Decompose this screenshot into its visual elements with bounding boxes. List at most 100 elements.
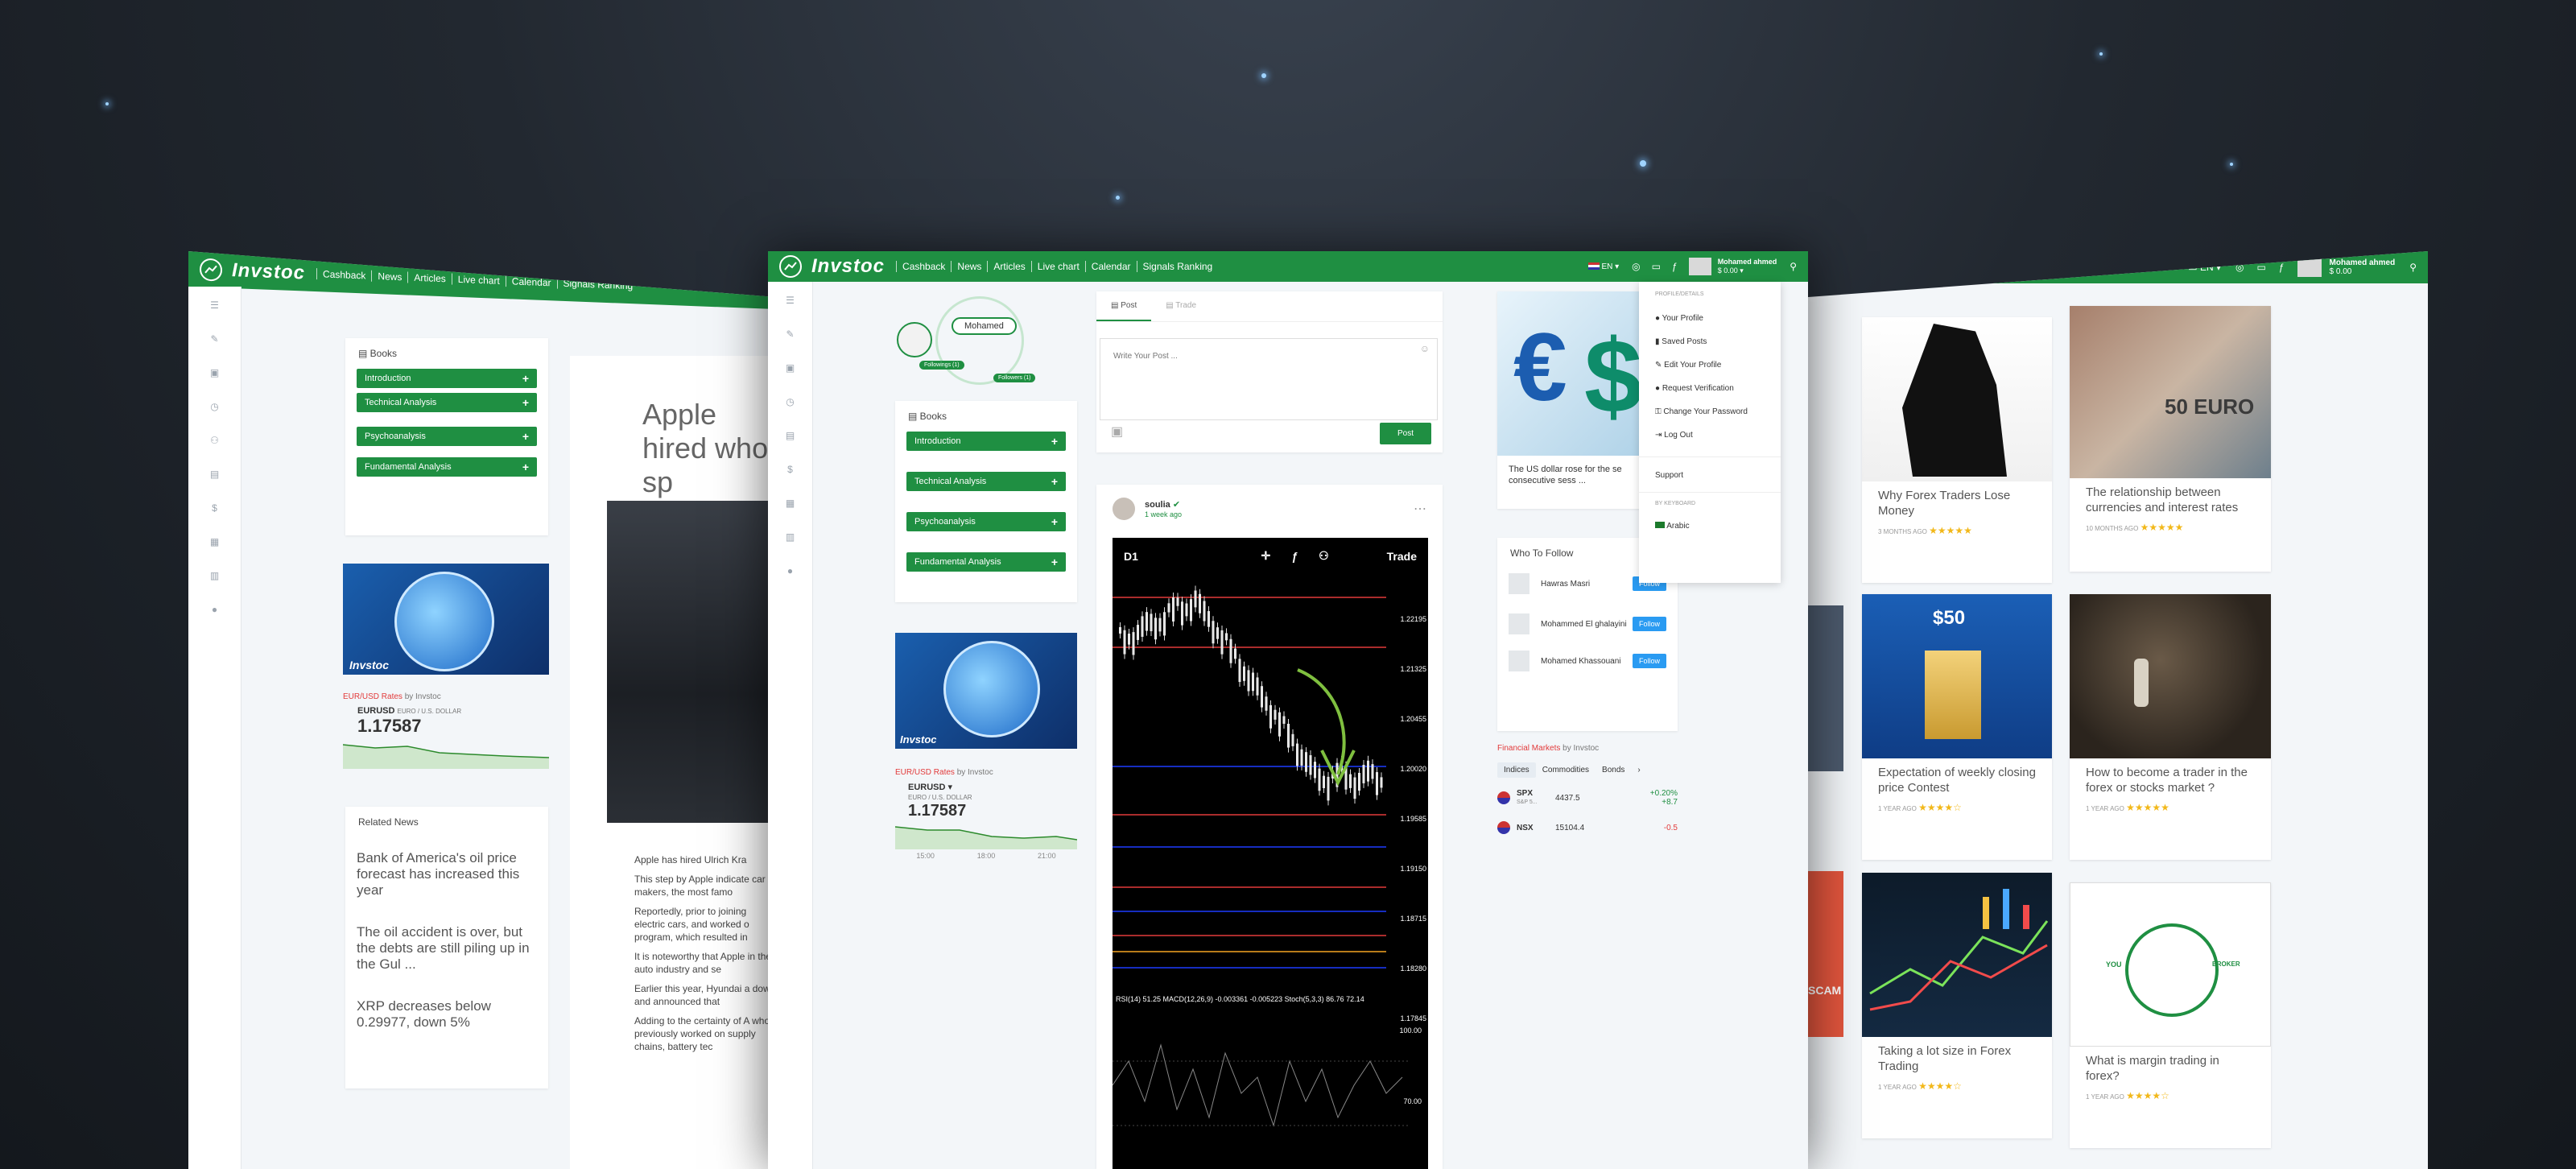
trading-chart[interactable]: D1 ✛ ƒ ⚇ Trade 1.22195 1.21325 1.20455 1.20…: [1113, 538, 1428, 1169]
tab-trade[interactable]: ▤ Trade: [1151, 291, 1211, 321]
suggestion-avatar[interactable]: [1509, 613, 1530, 634]
avatar[interactable]: [2297, 258, 2322, 277]
nav-calendar[interactable]: Calendar: [505, 275, 557, 289]
logo-icon[interactable]: [779, 255, 802, 278]
briefcase-icon[interactable]: ▣: [784, 362, 797, 375]
nav-calendar[interactable]: Calendar: [1084, 261, 1137, 272]
emoji-icon[interactable]: ☺: [1420, 343, 1430, 354]
nav-live-chart[interactable]: Live chart: [1030, 261, 1085, 272]
post-submit-button[interactable]: Post: [1379, 423, 1431, 444]
promo-banner-image[interactable]: Invstoc: [895, 633, 1077, 749]
nav-live-chart[interactable]: Live chart: [451, 273, 506, 287]
nav-articles[interactable]: Articles: [987, 261, 1030, 272]
book-fundamental-analysis-button[interactable]: Fundamental Analysis +: [357, 457, 537, 477]
user-icon[interactable]: ●: [784, 565, 797, 578]
language-selector[interactable]: ▭ EN ▾: [2188, 262, 2221, 273]
post-author-avatar[interactable]: [1113, 498, 1135, 520]
menu-icon[interactable]: ☰: [208, 299, 221, 312]
function-icon[interactable]: ƒ: [2279, 262, 2285, 273]
brand-logo[interactable]: Invstoc: [811, 255, 885, 278]
coin-icon[interactable]: ◎: [2235, 262, 2244, 273]
nav-signals-ranking[interactable]: Signals Ranking: [556, 277, 639, 292]
image-upload-icon[interactable]: ▣: [1111, 423, 1123, 440]
article-card[interactable]: YOU BROKER What is margin trading in fore…: [2070, 882, 2271, 1148]
nav-news[interactable]: News: [371, 270, 408, 283]
books-icon[interactable]: ▥: [208, 570, 221, 583]
nav-cashback[interactable]: Cashback: [896, 261, 951, 272]
tab-indices[interactable]: Indices: [1497, 762, 1536, 778]
menu-icon[interactable]: ☰: [784, 295, 797, 308]
post-input[interactable]: [1100, 338, 1438, 420]
nav-cashback[interactable]: Cashback: [316, 268, 372, 282]
pen-icon[interactable]: ✎: [784, 328, 797, 341]
nav-news[interactable]: News: [951, 261, 987, 272]
market-row[interactable]: NSX 15104.4 -0.5: [1497, 821, 1678, 834]
language-selector[interactable]: EN ▾: [1587, 262, 1619, 271]
clock-icon[interactable]: ◷: [208, 401, 221, 414]
chart-trade-button[interactable]: Trade: [1387, 550, 1417, 563]
tab-bonds[interactable]: Bonds: [1596, 762, 1631, 778]
book-psychoanalysis-button[interactable]: Psychoanalysis +: [906, 512, 1066, 531]
coin-icon[interactable]: ◎: [1632, 261, 1640, 272]
clock-icon[interactable]: ◷: [784, 396, 797, 409]
book-technical-analysis-button[interactable]: Technical Analysis +: [357, 393, 537, 412]
pen-icon[interactable]: ✎: [208, 333, 221, 346]
menu-request-verification[interactable]: ● Request Verification: [1639, 377, 1781, 400]
chat-icon[interactable]: ▭: [2256, 262, 2265, 273]
book-introduction-button[interactable]: Introduction +: [906, 432, 1066, 451]
books-icon[interactable]: ▥: [784, 531, 797, 544]
post-author[interactable]: soulia: [1145, 500, 1170, 510]
profile-name[interactable]: Mohamed: [952, 317, 1017, 335]
user-name[interactable]: Mohamed ahmed: [1718, 258, 1777, 266]
follow-button[interactable]: Follow: [1632, 654, 1666, 668]
menu-saved-posts[interactable]: ▮ Saved Posts: [1639, 330, 1781, 353]
tab-post[interactable]: ▤ Post: [1096, 291, 1152, 321]
user-icon[interactable]: ●: [208, 604, 221, 617]
tabs-next-icon[interactable]: ›: [1631, 762, 1646, 778]
followings-count[interactable]: Followings (1): [919, 361, 964, 370]
related-news-item[interactable]: Bank of America's oil price forecast has…: [345, 837, 548, 911]
case-icon[interactable]: ▤: [208, 469, 221, 481]
menu-language-arabic[interactable]: Arabic: [1639, 514, 1781, 538]
logo-icon[interactable]: [200, 258, 222, 282]
profile-avatar[interactable]: [897, 322, 932, 357]
promo-banner-image[interactable]: Invstoc: [343, 564, 549, 675]
search-icon[interactable]: ⚲: [2409, 262, 2417, 273]
search-icon[interactable]: ⚲: [1790, 261, 1797, 272]
function-icon[interactable]: ƒ: [1672, 261, 1678, 272]
avatar[interactable]: [1688, 258, 1711, 275]
chat-icon[interactable]: ▭: [1652, 261, 1661, 272]
book-introduction-button[interactable]: Introduction +: [357, 369, 537, 388]
menu-support[interactable]: Support: [1639, 464, 1781, 487]
follow-button[interactable]: Follow: [1632, 617, 1666, 631]
nav-signals-ranking[interactable]: Signals Ranking: [1136, 261, 1219, 272]
calculator-icon[interactable]: ▦: [208, 536, 221, 549]
users-icon[interactable]: ⚇: [208, 435, 221, 448]
chart-timeframe[interactable]: D1: [1124, 550, 1138, 563]
menu-your-profile[interactable]: ● Your Profile: [1639, 307, 1781, 330]
more-options-icon[interactable]: ⋯: [1414, 501, 1426, 517]
article-card[interactable]: Taking a lot size in Forex Trading 1 YEA…: [1862, 873, 2052, 1138]
market-row[interactable]: SPX S&P 5... 4437.5 +0.20% +8.7: [1497, 789, 1678, 807]
article-card[interactable]: 50 EURO The relationship between currenc…: [2070, 306, 2271, 572]
book-technical-analysis-button[interactable]: Technical Analysis +: [906, 472, 1066, 491]
book-psychoanalysis-button[interactable]: Psychoanalysis +: [357, 427, 537, 446]
suggestion-avatar[interactable]: [1509, 573, 1530, 594]
book-fundamental-analysis-button[interactable]: Fundamental Analysis +: [906, 552, 1066, 572]
dollar-icon[interactable]: $: [208, 502, 221, 515]
crosshair-icon[interactable]: ✛: [1261, 549, 1271, 563]
dollar-icon[interactable]: $: [784, 464, 797, 477]
objects-icon[interactable]: ⚇: [1319, 549, 1329, 563]
user-name[interactable]: Mohamed ahmed: [2330, 258, 2396, 267]
related-news-item[interactable]: XRP decreases below 0.29977, down 5%: [345, 985, 548, 1043]
article-card[interactable]: How to become a trader in the forex or s…: [2070, 594, 2271, 860]
case-icon[interactable]: ▤: [784, 430, 797, 443]
menu-change-password[interactable]: ⚿ Change Your Password: [1639, 400, 1781, 423]
brand-logo[interactable]: Invstoc: [232, 259, 305, 284]
briefcase-icon[interactable]: ▣: [208, 367, 221, 380]
menu-edit-profile[interactable]: ✎ Edit Your Profile: [1639, 353, 1781, 377]
tab-commodities[interactable]: Commodities: [1536, 762, 1596, 778]
indicator-icon[interactable]: ƒ: [1291, 550, 1298, 563]
calculator-icon[interactable]: ▦: [784, 498, 797, 510]
followers-count[interactable]: Followers (1): [993, 374, 1036, 382]
